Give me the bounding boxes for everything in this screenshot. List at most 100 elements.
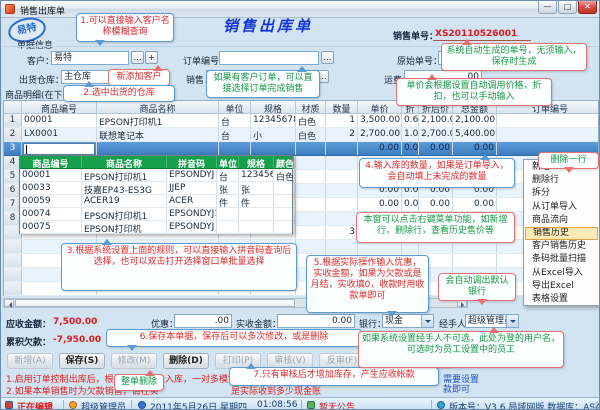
grid-cell[interactable] [497, 128, 599, 141]
table-row[interactable]: 2LX0001联想笔记本台小白色22,700.001.002,700.005,4… [4, 128, 598, 142]
dropdown-cell[interactable] [239, 221, 274, 233]
close-button[interactable]: ✕ [578, 1, 597, 14]
dropdown-cell[interactable]: 00075 [20, 221, 82, 233]
grid-cell[interactable]: 0.00 [453, 142, 497, 155]
chevron-down-icon[interactable] [421, 315, 433, 327]
dropdown-cell[interactable] [217, 221, 239, 233]
grid-cell[interactable]: 2,100.00 [419, 114, 453, 127]
grid-cell[interactable] [4, 282, 22, 295]
grid-cell[interactable]: 0.00 [358, 142, 402, 155]
grid-cell[interactable]: 3 [4, 142, 22, 155]
maximize-button[interactable]: □ [558, 1, 577, 14]
grid-cell[interactable] [296, 212, 326, 225]
menu-item-11[interactable]: 表格设置 [525, 293, 598, 306]
grid-cell[interactable] [296, 184, 326, 197]
grid-cell[interactable]: 0.00 [402, 198, 419, 211]
dropdown-cell[interactable]: ACER19 [82, 195, 167, 207]
grid-cell[interactable] [4, 240, 22, 253]
dropdown-cell[interactable] [239, 208, 274, 220]
dropdown-cell[interactable]: JJEP [167, 182, 217, 194]
grid-cell[interactable] [219, 142, 251, 155]
dropdown-cell[interactable]: EPSON打印机1 [82, 208, 167, 220]
grid-cell[interactable] [326, 184, 358, 197]
dropdown-row[interactable]: 00075 EPSON打印机 EPSONDYJ [20, 221, 294, 234]
grid-cell[interactable]: 1.00 [402, 128, 419, 141]
grid-cell[interactable] [296, 142, 326, 155]
grid-cell[interactable] [296, 240, 326, 253]
dropdown-cell[interactable] [274, 208, 294, 220]
grid-cell[interactable]: 0.00 [419, 142, 453, 155]
dropdown-cell[interactable]: 00074 [20, 208, 82, 220]
dropdown-cell[interactable]: 台 [217, 169, 239, 181]
dropdown-row[interactable]: 00074 EPSON打印机1 EPSONDYJ1 [20, 208, 294, 221]
grid-cell[interactable]: 2 [4, 128, 22, 141]
grid-cell[interactable]: 小 [251, 128, 296, 141]
grid-cell[interactable]: 5,400.00 [453, 128, 497, 141]
dropdown-cell[interactable]: 00059 [20, 195, 82, 207]
dropdown-cell[interactable] [274, 182, 294, 194]
table-row[interactable]: 30.000.000.000.00 [4, 142, 598, 156]
minimize-button[interactable]: — [538, 1, 557, 14]
dropdown-cell[interactable]: 00001 [20, 169, 82, 181]
grid-cell[interactable]: LX0001 [22, 128, 97, 141]
grid-cell[interactable] [296, 170, 326, 183]
grid-cell[interactable] [4, 254, 22, 267]
grid-cell[interactable]: 3 [326, 226, 358, 239]
table-row[interactable]: 100001EPSON打印机1台12345678901白色13,500.000.… [4, 114, 598, 128]
grid-cell[interactable]: 00001 [22, 114, 97, 127]
grid-cell[interactable] [326, 156, 358, 169]
grid-cell[interactable]: 3,500.00 [358, 114, 402, 127]
grid-cell[interactable] [296, 226, 326, 239]
grid-cell[interactable] [326, 240, 358, 253]
menu-item-8[interactable]: 条码批量扫描 [525, 253, 598, 266]
menu-item-5[interactable]: 商品流向 [525, 214, 598, 227]
grid-cell[interactable]: 白色 [296, 114, 326, 127]
menu-item-3[interactable]: 拆分 [525, 187, 598, 200]
grid-cell[interactable] [326, 212, 358, 225]
dropdown-cell[interactable]: 技嘉EP43-ES3G [82, 182, 167, 194]
grid-cell[interactable]: 0.00 [358, 198, 402, 211]
grid-cell[interactable]: 2,700.00 [419, 128, 453, 141]
grid-cell[interactable]: 0.00 [453, 198, 497, 211]
menu-item-6[interactable]: 销售历史 [525, 227, 598, 240]
chevron-down-icon[interactable] [506, 315, 518, 327]
dropdown-cell[interactable]: EPSONDYJ [167, 221, 217, 233]
menu-item-9[interactable]: 从Excel导入 [525, 267, 598, 280]
grid-cell[interactable]: 白色 [296, 128, 326, 141]
grid-cell[interactable]: 台 [219, 128, 251, 141]
grid-cell[interactable]: 12345678901 [251, 114, 296, 127]
dropdown-cell[interactable] [274, 221, 294, 233]
menu-item-4[interactable]: 从订单导入 [525, 201, 598, 214]
dropdown-cell[interactable]: 123456789 [239, 169, 274, 181]
grid-cell[interactable]: 1 [4, 114, 22, 127]
dropdown-cell[interactable]: 白色 [274, 169, 294, 181]
context-menu[interactable]: 新增删除行拆分从订单导入商品流向销售历史客户销售历史条码批量扫描从Excel导入… [523, 159, 599, 306]
action-button-2[interactable]: 保存(S) [59, 353, 105, 369]
grid-cell[interactable] [326, 198, 358, 211]
dropdown-cell[interactable]: 张 [239, 182, 274, 194]
product-picker-dropdown[interactable]: 商品编号 商品名称 拼音码 单位 规格 颜色 00001 EPSON打印机1 EPSONDYJ 台… [19, 155, 294, 234]
grid-cell[interactable]: 0.00 [419, 198, 453, 211]
grid-cell[interactable] [296, 156, 326, 169]
grid-cell[interactable]: 2,700.00 [358, 128, 402, 141]
grid-cell[interactable]: 2 [326, 128, 358, 141]
grid-cell[interactable] [296, 198, 326, 211]
customer-browse-button[interactable]: … [131, 51, 144, 64]
dropdown-row[interactable]: 00001EPSON打印机1EPSONDYJ台123456789白色 [20, 169, 294, 182]
grid-cell[interactable]: 1 [326, 114, 358, 127]
grid-cell[interactable]: 2,100.00 [453, 114, 497, 127]
grid-cell[interactable]: 0.00 [402, 142, 419, 155]
menu-item-10[interactable]: 导出Excel [525, 280, 598, 293]
grid-edit-cell[interactable] [23, 143, 95, 155]
action-button-1[interactable]: 新增(A) [7, 353, 53, 369]
grid-cell[interactable]: 联想笔记本 [97, 128, 219, 141]
order-browse-button[interactable]: … [321, 51, 334, 64]
dropdown-cell[interactable] [274, 195, 294, 207]
dropdown-cell[interactable]: EPSONDYJ [167, 169, 217, 181]
received-input[interactable]: 0.00 [277, 314, 355, 328]
dropdown-cell[interactable]: ACER [167, 195, 217, 207]
dropdown-cell[interactable]: 张 [217, 182, 239, 194]
resize-grip[interactable] [588, 401, 598, 409]
grid-cell[interactable] [497, 114, 599, 127]
grid-cell[interactable] [326, 142, 358, 155]
